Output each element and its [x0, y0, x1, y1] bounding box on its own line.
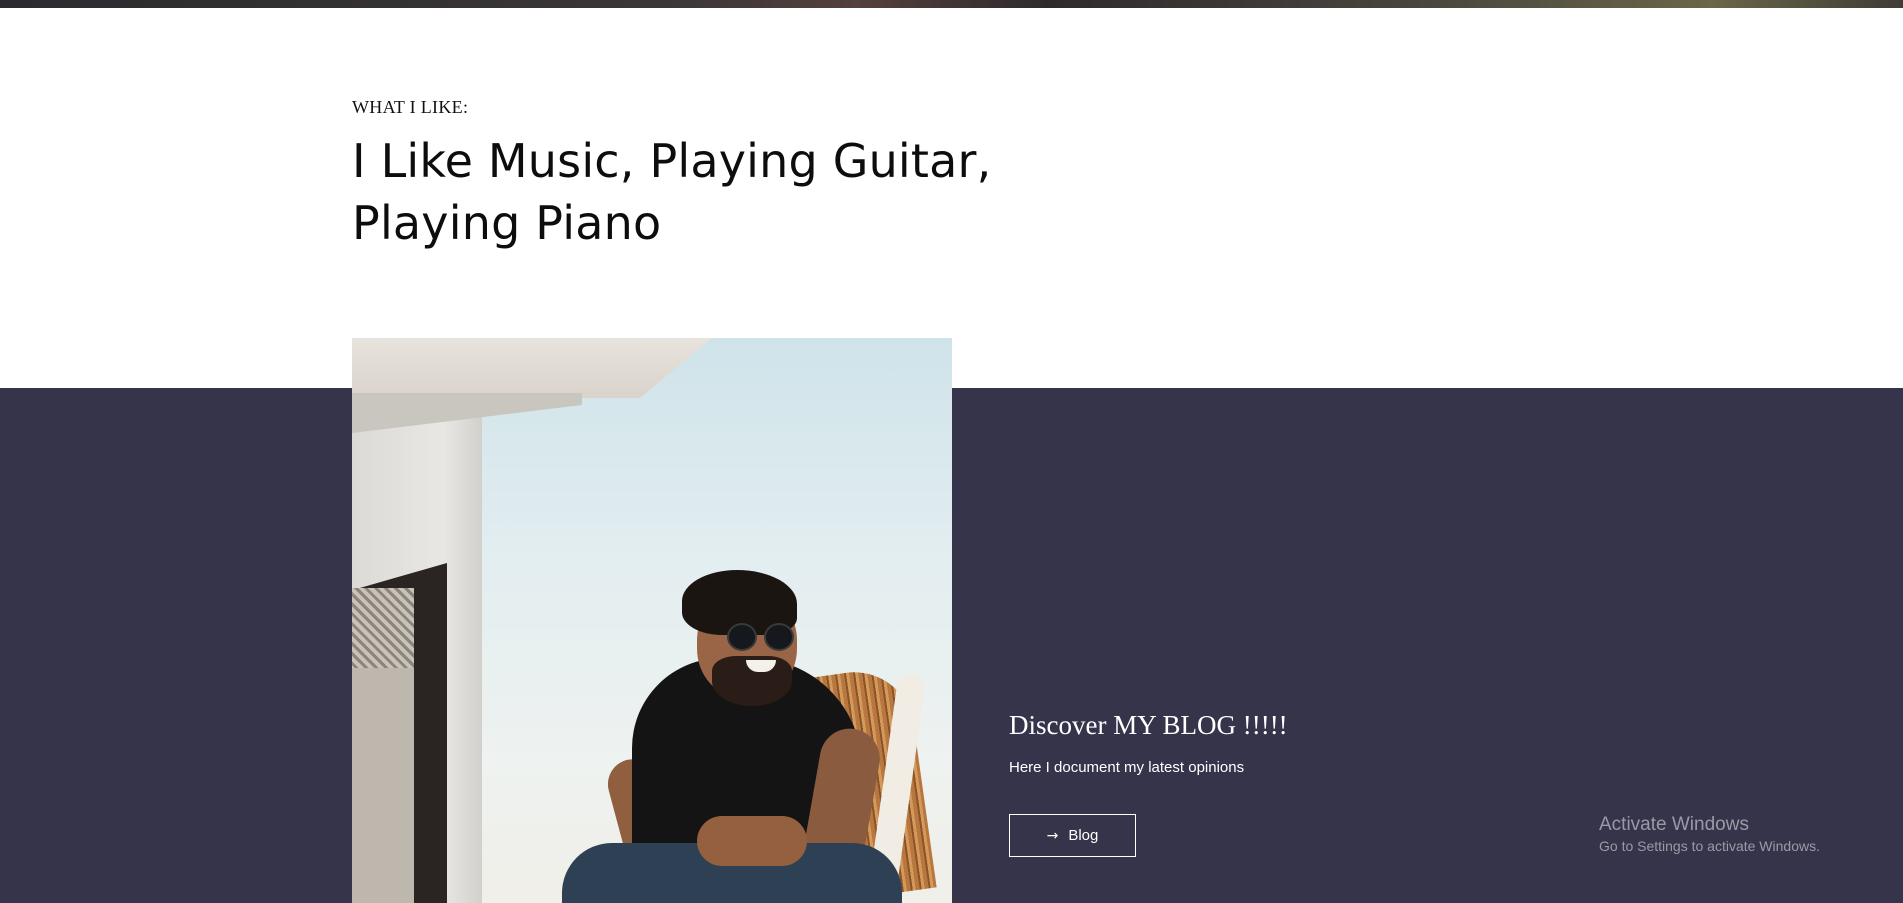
headline-line-2: Playing Piano	[352, 196, 662, 250]
section-eyebrow: WHAT I LIKE:	[352, 97, 469, 117]
headline-line-1: I Like Music, Playing Guitar,	[352, 134, 992, 188]
photo-door-panel	[352, 668, 414, 903]
blog-promo: Discover MY BLOG !!!!! Here I document m…	[1009, 708, 1509, 857]
blog-button-label: Blog	[1068, 827, 1099, 844]
blog-description: Here I document my latest opinions	[1009, 759, 1245, 776]
section-headline: I Like Music, Playing Guitar, Playing Pi…	[352, 130, 1112, 254]
blog-title: Discover MY BLOG !!!!!	[1009, 710, 1288, 740]
windows-activation-watermark: Activate Windows Go to Settings to activ…	[1599, 813, 1899, 855]
arrow-right-icon: →	[1046, 827, 1059, 844]
interests-section: WHAT I LIKE: I Like Music, Playing Guita…	[352, 96, 1112, 254]
photo-roof-eave	[352, 338, 712, 398]
blog-button[interactable]: → Blog	[1009, 814, 1136, 857]
hero-image-bottom-edge	[0, 0, 1903, 8]
profile-photo	[352, 338, 952, 903]
watermark-title: Activate Windows	[1599, 814, 1749, 835]
photo-sunglasses-left	[727, 623, 757, 651]
watermark-subtitle: Go to Settings to activate Windows.	[1599, 838, 1820, 854]
photo-sunglasses-right	[764, 623, 794, 651]
photo-hands	[697, 816, 807, 866]
page: WHAT I LIKE: I Like Music, Playing Guita…	[0, 0, 1903, 903]
